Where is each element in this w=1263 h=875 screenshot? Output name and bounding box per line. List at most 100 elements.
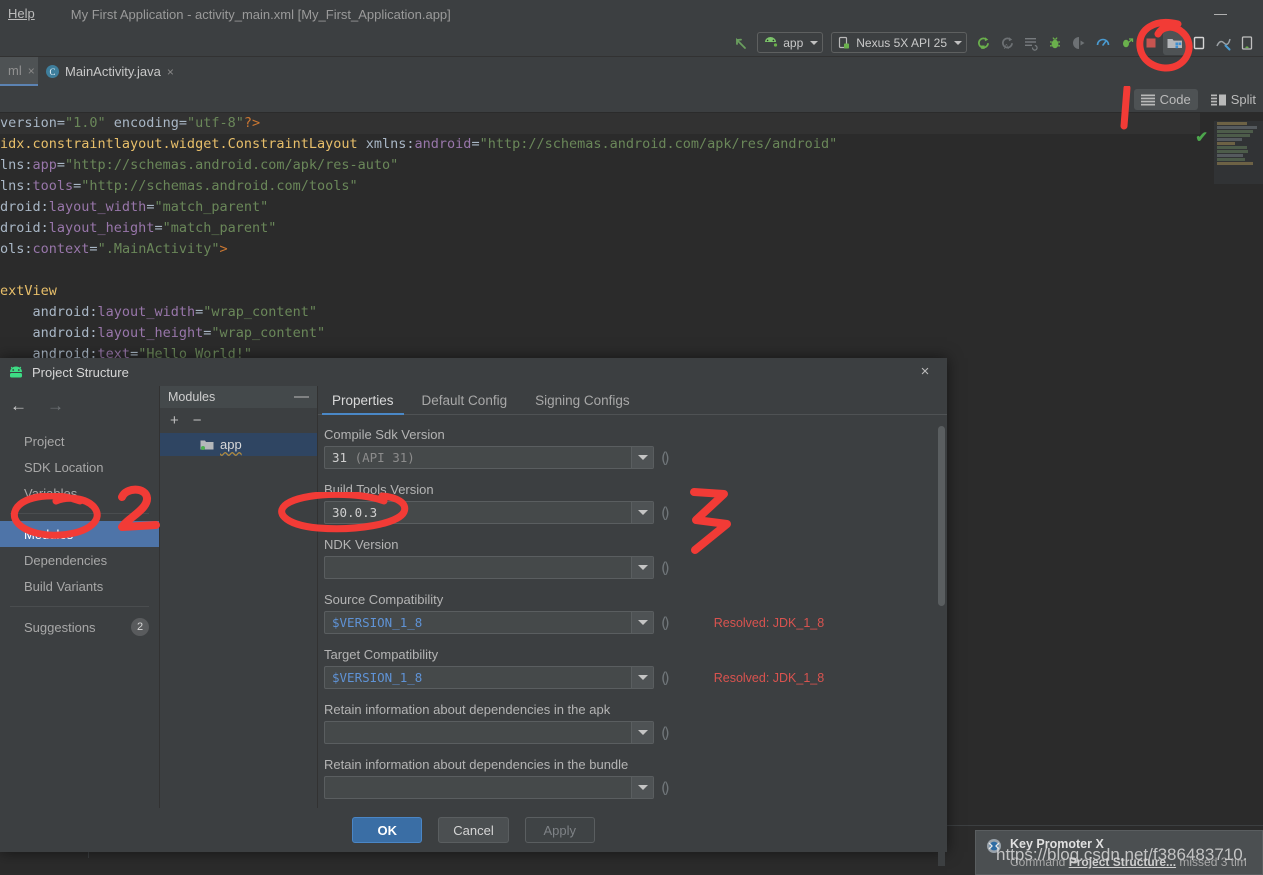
split-view-icon	[1210, 94, 1226, 105]
input-retain-information-about-dependencies-in-the-bundle[interactable]	[324, 776, 654, 799]
dropdown-arrow-retain-information-about-dependencies-in-the-bundle[interactable]	[631, 777, 653, 798]
run-with-coverage-icon[interactable]	[1115, 31, 1139, 55]
toolbar-icon-group: app Nexus 5X API 25 A	[729, 28, 1259, 57]
back-arrow-icon[interactable]	[729, 31, 753, 55]
chevron-down-icon	[637, 620, 648, 625]
code-token: version=	[0, 115, 66, 131]
nav-forward-icon[interactable]: →	[47, 396, 64, 416]
field-row-retain-information-about-dependencies-in-the-apk: ()	[324, 721, 947, 744]
code-line: droid:layout_height="match_parent"	[0, 218, 1263, 239]
minimize-button[interactable]	[1214, 14, 1227, 15]
code-line: android:layout_width="wrap_content"	[0, 302, 1263, 323]
variable-picker-icon-build-tools-version[interactable]: ()	[661, 504, 670, 522]
sidebar-item-label: Variables	[24, 485, 78, 501]
window-title: My First Application - activity_main.xml…	[70, 6, 451, 22]
sdk-manager-icon[interactable]	[1163, 30, 1187, 55]
java-class-icon: C	[46, 65, 59, 78]
input-build-tools-version[interactable]: 30.0.3	[324, 501, 654, 524]
attach-debugger-icon[interactable]	[1067, 31, 1091, 55]
dropdown-arrow-compile-sdk-version[interactable]	[631, 447, 653, 468]
ok-button[interactable]: OK	[352, 817, 423, 843]
log-icon[interactable]	[1019, 31, 1043, 55]
variable-picker-icon-source-compatibility[interactable]: ()	[661, 614, 670, 632]
dialog-sidebar: ← → Project SDK Location Variables Modules D…	[0, 386, 160, 852]
input-ndk-version[interactable]	[324, 556, 654, 579]
code-token: droid:	[0, 199, 49, 215]
dropdown-arrow-retain-information-about-dependencies-in-the-apk[interactable]	[631, 722, 653, 743]
collapse-icon[interactable]: —	[294, 389, 309, 404]
apply-changes-icon[interactable]: A	[995, 31, 1019, 55]
dropdown-arrow-ndk-version[interactable]	[631, 557, 653, 578]
close-icon[interactable]: ×	[167, 65, 174, 79]
sidebar-item-label: Build Variants	[24, 578, 104, 594]
tab-code-view[interactable]: Code	[1133, 89, 1198, 110]
dialog-nav-list: Project SDK Location Variables Modules Depen…	[0, 428, 159, 640]
dropdown-arrow-build-tools-version[interactable]	[631, 502, 653, 523]
editor-tab-activity-main-xml[interactable]: ml ×	[0, 57, 38, 86]
variable-picker-icon-retain-information-about-dependencies-in-the-bundle[interactable]: ()	[661, 779, 670, 797]
module-row-app[interactable]: app	[160, 433, 317, 456]
sidebar-item-build-variants[interactable]: Build Variants	[0, 573, 159, 599]
device-explorer-icon[interactable]	[1235, 31, 1259, 55]
dialog-scrollbar[interactable]	[938, 426, 945, 866]
chevron-down-icon	[954, 40, 962, 45]
remove-module-button[interactable]: −	[193, 413, 202, 428]
close-icon[interactable]: ×	[917, 364, 933, 380]
chevron-down-icon	[637, 565, 648, 570]
device-selector[interactable]: Nexus 5X API 25	[831, 32, 967, 53]
nav-back-icon[interactable]: ←	[10, 396, 27, 416]
input-target-compatibility[interactable]: $VERSION_1_8	[324, 666, 654, 689]
input-compile-sdk-version[interactable]: 31 (API 31)	[324, 446, 654, 469]
input-source-compatibility[interactable]: $VERSION_1_8	[324, 611, 654, 634]
sidebar-item-modules[interactable]: Modules	[0, 521, 159, 547]
inspection-ok-icon[interactable]: ✔	[1195, 128, 1208, 146]
stop-icon[interactable]	[1139, 31, 1163, 55]
code-token: lns:	[0, 157, 33, 173]
layout-inspector-icon[interactable]	[1211, 31, 1235, 55]
module-selector[interactable]: app	[757, 32, 824, 53]
variable-picker-icon-retain-information-about-dependencies-in-the-apk[interactable]: ()	[661, 724, 670, 742]
code-line: version="1.0" encoding="utf-8"?>	[0, 113, 1263, 134]
code-token: context	[32, 241, 90, 257]
editor-tab-mainactivity-java[interactable]: C MainActivity.java ×	[38, 57, 182, 86]
sidebar-item-dependencies[interactable]: Dependencies	[0, 547, 159, 573]
tab-default-config[interactable]: Default Config	[408, 393, 522, 414]
code-token: layout_height	[97, 325, 204, 341]
dropdown-arrow-target-compatibility[interactable]	[631, 667, 653, 688]
tab-signing-configs[interactable]: Signing Configs	[521, 393, 644, 414]
tab-properties[interactable]: Properties	[318, 393, 408, 415]
apply-button[interactable]: Apply	[524, 817, 595, 843]
add-module-button[interactable]: +	[170, 413, 179, 428]
menu-help[interactable]: Help	[0, 0, 43, 28]
sidebar-item-label: Suggestions	[24, 619, 96, 635]
tab-split-view[interactable]: Split	[1204, 89, 1263, 110]
run-icon[interactable]	[971, 31, 995, 55]
dialog-footer: OK Cancel Apply	[0, 808, 947, 852]
code-token: "utf-8"	[186, 115, 244, 131]
avd-manager-icon[interactable]	[1187, 31, 1211, 55]
variable-picker-icon-ndk-version[interactable]: ()	[661, 559, 670, 577]
variable-picker-icon-target-compatibility[interactable]: ()	[661, 669, 670, 687]
sidebar-item-project[interactable]: Project	[0, 428, 159, 454]
variable-picker-icon-compile-sdk-version[interactable]: ()	[661, 449, 670, 467]
sidebar-item-variables[interactable]: Variables	[0, 480, 159, 506]
code-line: lns:app="http://schemas.android.com/apk/…	[0, 155, 1263, 176]
modules-panel: Modules — + − app	[160, 386, 318, 852]
code-minimap[interactable]	[1214, 121, 1263, 184]
sidebar-item-suggestions[interactable]: Suggestions 2	[0, 614, 159, 640]
input-value-compile-sdk-version: 31 (API 31)	[332, 450, 415, 465]
sidebar-item-label: Project	[24, 433, 65, 449]
cancel-button[interactable]: Cancel	[438, 817, 509, 843]
breadcrumb: Code Split	[0, 86, 1263, 113]
svg-text:A: A	[1004, 43, 1009, 51]
editor-tab-partial-label: ml	[8, 63, 22, 78]
input-retain-information-about-dependencies-in-the-apk[interactable]	[324, 721, 654, 744]
label-target-compatibility: Target Compatibility	[324, 647, 439, 662]
debug-icon[interactable]	[1043, 31, 1067, 55]
close-icon[interactable]: ×	[28, 64, 35, 78]
dropdown-arrow-source-compatibility[interactable]	[631, 612, 653, 633]
view-mode-toggle: Code Split	[1133, 85, 1263, 114]
code-token: android:	[0, 325, 98, 341]
sidebar-item-sdk-location[interactable]: SDK Location	[0, 454, 159, 480]
profiler-icon[interactable]	[1091, 31, 1115, 55]
